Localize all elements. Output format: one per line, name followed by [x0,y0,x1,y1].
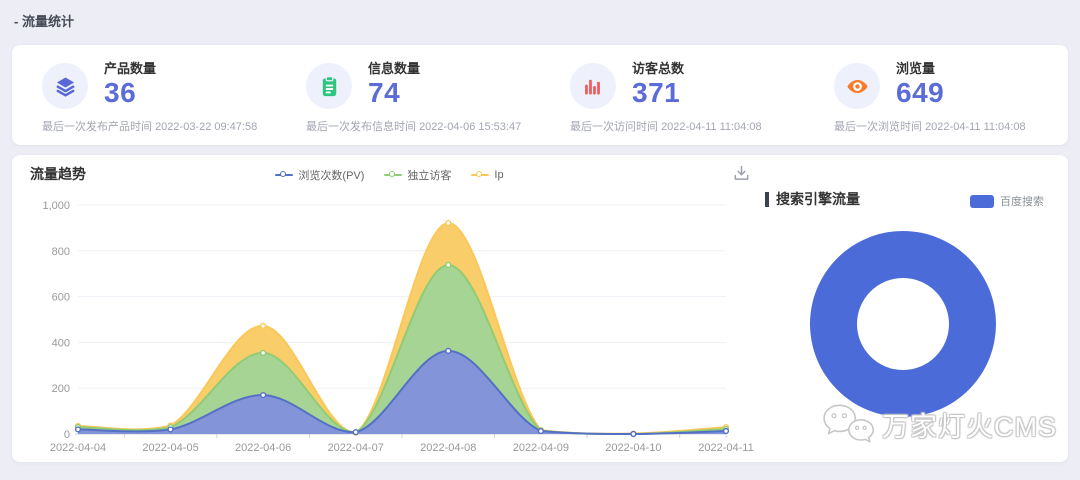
stat-value: 36 [104,77,156,109]
stat-card-pageviews: 浏览量 649 最后一次浏览时间 2022-04-11 11:04:08 [804,45,1068,145]
data-point [353,430,358,435]
data-point [168,427,173,432]
trend-legend: 浏览次数(PV) 独立访客 Ip [12,167,767,183]
y-axis-label: 1,000 [42,200,70,212]
y-axis-label: 800 [52,246,70,258]
download-icon[interactable] [733,165,751,183]
stat-label: 信息数量 [368,58,420,77]
data-point [76,427,81,432]
data-point [446,221,451,226]
stat-label: 浏览量 [896,58,944,77]
data-point [261,324,266,329]
stat-timestamp: 最后一次访问时间 2022-04-11 11:04:08 [570,118,804,134]
data-point [446,263,451,268]
clipboard-icon [306,63,352,109]
legend-item[interactable]: 独立访客 [384,167,451,183]
legend-label: Ip [494,169,503,181]
stat-card-articles: 信息数量 74 最后一次发布信息时间 2022-04-06 15:53:47 [276,45,540,145]
legend-label: 浏览次数(PV) [298,167,364,183]
trend-chart[interactable]: 0 200 400 600 800 1,000 2022-04-04 2022-04-05 20… [12,155,767,462]
stat-value: 74 [368,77,420,109]
legend-marker [471,174,489,176]
title-bar-decoration [765,192,769,207]
x-axis-label: 2022-04-06 [235,442,291,454]
data-point [261,393,266,398]
charts-panel: 流量趋势 浏览次数(PV)独立访客Ip 02004006008001,00020… [12,155,1068,462]
eye-icon [834,63,880,109]
x-axis-label: 2022-04-11 [698,442,753,454]
search-engine-section: 搜索引擎流量 百度搜索 [757,155,1068,462]
legend-label: 独立访客 [407,167,451,183]
x-axis-label: 2022-04-10 [605,442,661,454]
stat-timestamp: 最后一次浏览时间 2022-04-11 11:04:08 [834,118,1068,134]
stat-value: 371 [632,77,684,109]
legend-marker [384,174,402,176]
legend-swatch [970,195,994,208]
legend-item-baidu[interactable]: 百度搜索 [970,193,1044,209]
bar-chart-icon [570,63,616,109]
donut-chart[interactable] [810,231,996,417]
stat-label: 产品数量 [104,58,156,77]
y-axis-label: 600 [52,292,70,304]
y-axis-label: 400 [52,337,70,349]
x-axis-label: 2022-04-07 [328,442,384,454]
data-point [631,432,636,437]
stat-card-visitors: 访客总数 371 最后一次访问时间 2022-04-11 11:04:08 [540,45,804,145]
y-axis-label: 0 [64,429,70,441]
data-point [724,429,729,434]
stat-timestamp: 最后一次发布信息时间 2022-04-06 15:53:47 [306,118,540,134]
stat-card-products: 产品数量 36 最后一次发布产品时间 2022-03-22 09:47:58 [12,45,276,145]
x-axis-label: 2022-04-04 [50,442,106,454]
legend-marker [275,174,293,176]
legend-item[interactable]: 浏览次数(PV) [275,167,364,183]
data-point [446,348,451,353]
legend-item[interactable]: Ip [471,167,503,183]
layers-icon [42,63,88,109]
stat-label: 访客总数 [632,58,684,77]
stats-panel: 产品数量 36 最后一次发布产品时间 2022-03-22 09:47:58 信… [12,45,1068,145]
x-axis-label: 2022-04-09 [513,442,569,454]
donut-hole [857,278,949,370]
data-point [261,351,266,356]
stat-value: 649 [896,77,944,109]
y-axis-label: 200 [52,383,70,395]
stat-timestamp: 最后一次发布产品时间 2022-03-22 09:47:58 [42,118,276,134]
page-title: - 流量统计 [14,11,74,30]
x-axis-label: 2022-04-08 [420,442,476,454]
search-engine-title: 搜索引擎流量 [765,189,860,209]
x-axis-label: 2022-04-05 [142,442,198,454]
data-point [538,429,543,434]
